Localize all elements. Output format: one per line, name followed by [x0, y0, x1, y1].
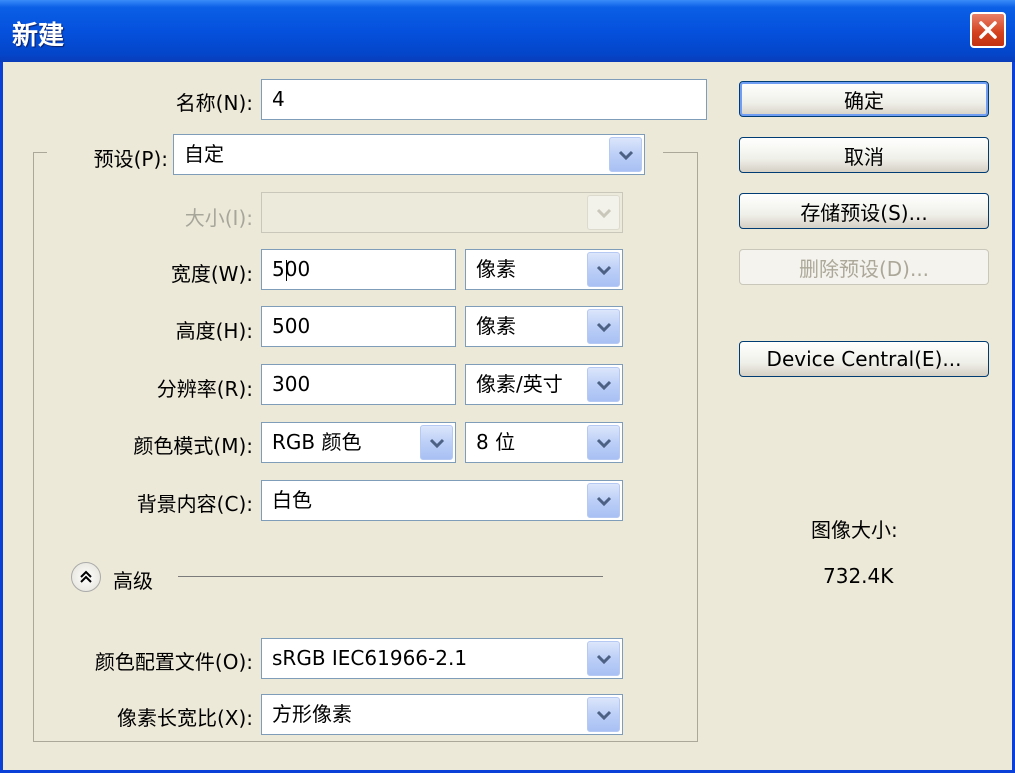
color-mode-value: RGB 颜色	[272, 430, 362, 454]
chevron-down-icon	[596, 265, 611, 275]
preset-select[interactable]: 自定	[173, 134, 645, 175]
height-unit-value: 像素	[476, 314, 516, 338]
chevron-down-icon	[596, 322, 611, 332]
bit-depth-value: 8 位	[476, 430, 516, 454]
chevron-down-icon	[618, 150, 633, 160]
color-mode-select[interactable]: RGB 颜色	[261, 422, 456, 463]
size-select	[261, 192, 623, 233]
title-bar[interactable]: 新建	[0, 0, 1015, 62]
image-size-label: 图像大小:	[811, 518, 898, 542]
chevron-down-icon	[596, 380, 611, 390]
pixel-aspect-value: 方形像素	[272, 702, 352, 726]
new-document-dialog: 新建 名称(N): 4 预设(P): 自定 大小(I): 宽度(W): 500 …	[0, 0, 1015, 773]
resolution-input[interactable]: 300	[261, 364, 456, 405]
text-cursor	[286, 260, 287, 281]
close-button[interactable]	[970, 12, 1006, 48]
frame-line	[33, 152, 47, 153]
cancel-button[interactable]: 取消	[739, 137, 989, 173]
height-label: 高度(H):	[175, 319, 253, 343]
height-unit-dropdown-button[interactable]	[587, 309, 620, 344]
resolution-unit-value: 像素/英寸	[476, 372, 563, 396]
width-value: 500	[272, 257, 311, 281]
chevron-down-icon	[596, 438, 611, 448]
advanced-divider	[178, 576, 603, 577]
bit-depth-dropdown-button[interactable]	[587, 425, 620, 460]
width-unit-value: 像素	[476, 257, 516, 281]
chevron-down-icon	[596, 654, 611, 664]
chevron-down-icon	[596, 208, 611, 218]
pixel-aspect-label: 像素长宽比(X):	[116, 706, 253, 730]
color-profile-select[interactable]: sRGB IEC61966-2.1	[261, 638, 623, 679]
chevron-down-icon	[429, 438, 444, 448]
close-icon	[979, 21, 997, 39]
background-dropdown-button[interactable]	[587, 483, 620, 518]
preset-dropdown-button[interactable]	[609, 137, 642, 172]
preset-label: 预设(P):	[93, 147, 168, 171]
delete-preset-button: 删除预设(D)...	[739, 249, 989, 285]
color-profile-value: sRGB IEC61966-2.1	[272, 646, 468, 670]
ok-button[interactable]: 确定	[739, 81, 989, 117]
chevron-up-double-icon	[80, 570, 92, 583]
window-title: 新建	[12, 21, 65, 51]
width-input[interactable]: 500	[261, 249, 456, 290]
color-profile-dropdown-button[interactable]	[587, 641, 620, 676]
height-unit-select[interactable]: 像素	[465, 306, 623, 347]
width-label: 宽度(W):	[170, 262, 253, 286]
color-mode-label: 颜色模式(M):	[133, 434, 253, 458]
color-mode-dropdown-button[interactable]	[420, 425, 453, 460]
size-label: 大小(I):	[184, 206, 253, 230]
height-input[interactable]: 500	[261, 306, 456, 347]
resolution-unit-dropdown-button[interactable]	[587, 367, 620, 402]
dialog-content: 名称(N): 4 预设(P): 自定 大小(I): 宽度(W): 500 像素 …	[3, 62, 1012, 770]
width-unit-select[interactable]: 像素	[465, 249, 623, 290]
name-label: 名称(N):	[175, 91, 253, 115]
resolution-label: 分辨率(R):	[156, 377, 253, 401]
frame-line	[663, 152, 698, 153]
device-central-button[interactable]: Device Central(E)...	[739, 341, 989, 377]
resolution-unit-select[interactable]: 像素/英寸	[465, 364, 623, 405]
chevron-down-icon	[596, 710, 611, 720]
advanced-label: 高级	[113, 569, 153, 593]
save-preset-button[interactable]: 存储预设(S)...	[739, 193, 989, 229]
width-unit-dropdown-button[interactable]	[587, 252, 620, 287]
size-dropdown-button	[587, 195, 620, 230]
color-profile-label: 颜色配置文件(O):	[94, 650, 253, 674]
background-value: 白色	[272, 488, 312, 512]
name-input[interactable]: 4	[261, 79, 707, 120]
image-size-value: 732.4K	[823, 564, 894, 588]
chevron-down-icon	[596, 496, 611, 506]
pixel-aspect-dropdown-button[interactable]	[587, 697, 620, 732]
advanced-toggle-button[interactable]	[71, 562, 101, 592]
background-label: 背景内容(C):	[136, 492, 253, 516]
pixel-aspect-select[interactable]: 方形像素	[261, 694, 623, 735]
background-select[interactable]: 白色	[261, 480, 623, 521]
preset-value: 自定	[184, 142, 224, 166]
bit-depth-select[interactable]: 8 位	[465, 422, 623, 463]
